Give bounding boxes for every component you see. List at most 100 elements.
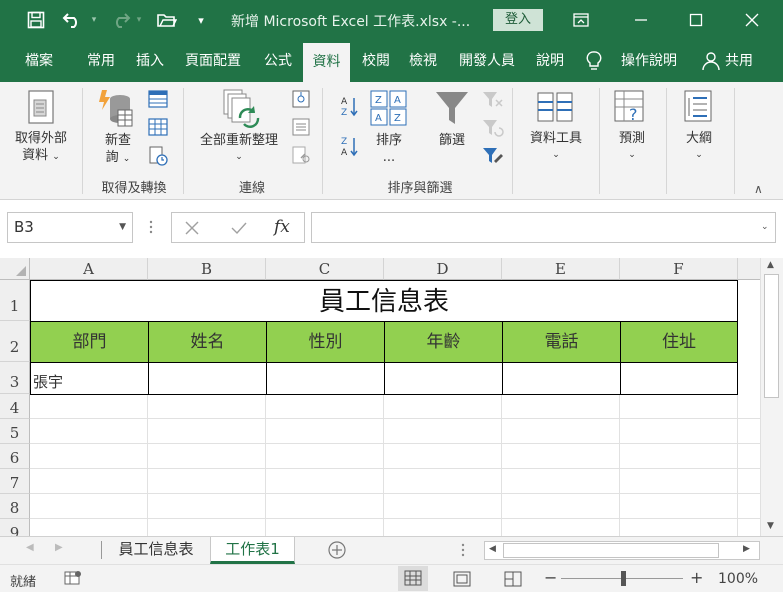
- zoom-out-button[interactable]: −: [544, 568, 557, 587]
- row-header-2[interactable]: 2: [0, 321, 30, 362]
- column-header-b[interactable]: B: [148, 258, 266, 280]
- row-header-4[interactable]: 4: [0, 394, 30, 419]
- data-tools-button[interactable]: 資料工具 ⌄: [522, 130, 590, 164]
- formula-bar-grip-icon[interactable]: [149, 220, 153, 234]
- forecast-button[interactable]: 預測 ⌄: [604, 130, 660, 164]
- page-break-preview-icon[interactable]: [503, 570, 523, 592]
- scroll-left-icon[interactable]: ◀: [489, 544, 496, 554]
- undo-icon[interactable]: [59, 8, 87, 32]
- tab-developer[interactable]: 開發人員: [452, 40, 522, 82]
- column-header-f[interactable]: F: [620, 258, 738, 280]
- row-header-8[interactable]: 8: [0, 494, 30, 519]
- reapply-filter-icon[interactable]: [482, 118, 504, 142]
- header-cell-address[interactable]: 住址: [620, 321, 738, 363]
- page-layout-view-icon[interactable]: [452, 570, 472, 592]
- cell-a3[interactable]: 張宇: [30, 362, 149, 395]
- insert-function-icon[interactable]: fx: [274, 217, 290, 237]
- show-queries-icon[interactable]: [148, 90, 168, 112]
- cell-e3[interactable]: [502, 362, 621, 395]
- expand-formula-bar-icon[interactable]: ⌄: [761, 222, 769, 232]
- minimize-icon[interactable]: [626, 6, 656, 34]
- column-header-g[interactable]: [738, 258, 760, 280]
- row-header-1[interactable]: 1: [0, 280, 30, 321]
- redo-dropdown-icon[interactable]: ▾: [134, 8, 144, 32]
- sheet-tab-employee[interactable]: 員工信息表: [105, 537, 207, 564]
- vertical-scrollbar[interactable]: ▲ ▼: [760, 258, 783, 536]
- new-query-button[interactable]: 新查 詢 ⌄: [96, 132, 140, 168]
- row-header-9[interactable]: 9: [0, 519, 30, 536]
- row-header-5[interactable]: 5: [0, 419, 30, 444]
- next-sheet-icon[interactable]: ▶: [55, 542, 63, 553]
- name-box[interactable]: B3 ▼: [7, 212, 133, 243]
- tab-split-grip-icon[interactable]: [461, 543, 465, 557]
- select-all-corner[interactable]: [0, 258, 30, 280]
- person-icon[interactable]: [700, 40, 722, 82]
- row-header-6[interactable]: 6: [0, 444, 30, 469]
- recent-sources-icon[interactable]: [148, 146, 168, 170]
- add-sheet-icon[interactable]: [327, 540, 347, 560]
- close-icon[interactable]: [737, 6, 767, 34]
- filter-button[interactable]: 篩選: [428, 132, 476, 149]
- sheet-title-cell[interactable]: 員工信息表: [30, 280, 738, 322]
- customize-qat-icon[interactable]: ▾: [194, 8, 208, 32]
- worksheet-grid[interactable]: A B C D E F 1 2 3 4 5 6 7 8 9 員工信息表 部門 姓…: [0, 258, 760, 536]
- name-box-dropdown-icon[interactable]: ▼: [119, 213, 126, 242]
- tab-review[interactable]: 校閱: [354, 40, 398, 82]
- column-header-e[interactable]: E: [502, 258, 620, 280]
- open-icon[interactable]: [155, 8, 179, 32]
- tab-file[interactable]: 檔案: [17, 40, 61, 82]
- sort-ascending-icon[interactable]: AZ: [338, 94, 360, 122]
- clear-filter-icon[interactable]: [482, 90, 504, 114]
- tab-data[interactable]: 資料: [303, 43, 350, 82]
- redo-icon[interactable]: [107, 8, 133, 32]
- column-header-d[interactable]: D: [384, 258, 502, 280]
- cell-f3[interactable]: [620, 362, 738, 395]
- login-button[interactable]: 登入: [493, 9, 543, 31]
- scroll-down-icon[interactable]: ▼: [767, 521, 774, 531]
- undo-dropdown-icon[interactable]: ▾: [89, 8, 99, 32]
- sheet-tab-sheet1[interactable]: 工作表1: [210, 537, 295, 564]
- header-cell-gender[interactable]: 性別: [266, 321, 385, 363]
- refresh-all-button[interactable]: 全部重新整理 ⌄: [191, 132, 287, 166]
- ribbon-display-options-icon[interactable]: [566, 6, 596, 34]
- scroll-right-icon[interactable]: ▶: [743, 544, 750, 554]
- tab-help[interactable]: 說明: [528, 40, 572, 82]
- macro-record-icon[interactable]: [64, 570, 82, 590]
- row-header-3[interactable]: 3: [0, 362, 30, 394]
- horizontal-scrollbar-thumb[interactable]: [503, 543, 719, 558]
- advanced-filter-icon[interactable]: [482, 146, 504, 170]
- zoom-level[interactable]: 100%: [718, 571, 758, 587]
- maximize-icon[interactable]: [681, 6, 711, 34]
- save-icon[interactable]: [25, 8, 47, 32]
- tab-insert[interactable]: 插入: [128, 40, 172, 82]
- horizontal-scrollbar[interactable]: ◀ ▶: [484, 541, 760, 560]
- row-header-7[interactable]: 7: [0, 469, 30, 494]
- cell-c3[interactable]: [266, 362, 385, 395]
- column-header-c[interactable]: C: [266, 258, 384, 280]
- sort-button[interactable]: 排序 ...: [368, 132, 410, 166]
- enter-icon[interactable]: [230, 220, 248, 240]
- header-cell-dept[interactable]: 部門: [30, 321, 149, 363]
- zoom-slider-thumb[interactable]: [621, 571, 626, 586]
- share-button[interactable]: 共用: [722, 40, 756, 82]
- scrollbar-thumb[interactable]: [764, 274, 779, 398]
- tab-page-layout[interactable]: 頁面配置: [178, 40, 248, 82]
- scroll-up-icon[interactable]: ▲: [767, 260, 774, 270]
- from-table-icon[interactable]: [148, 118, 168, 140]
- sort-descending-icon[interactable]: ZA: [338, 134, 360, 162]
- tab-home[interactable]: 常用: [79, 40, 123, 82]
- normal-view-icon[interactable]: [398, 566, 428, 591]
- empty-cells-area[interactable]: [30, 394, 760, 536]
- cell-d3[interactable]: [384, 362, 503, 395]
- outline-button[interactable]: 大綱 ⌄: [672, 130, 726, 164]
- connections-icon[interactable]: [292, 90, 310, 112]
- cell-b3[interactable]: [148, 362, 267, 395]
- properties-icon[interactable]: [292, 118, 310, 140]
- header-cell-name[interactable]: 姓名: [148, 321, 267, 363]
- collapse-ribbon-icon[interactable]: ∧: [754, 182, 763, 196]
- prev-sheet-icon[interactable]: ◀: [26, 542, 34, 553]
- tab-view[interactable]: 檢視: [401, 40, 445, 82]
- tell-me-search[interactable]: 操作說明: [614, 40, 684, 82]
- header-cell-age[interactable]: 年齡: [384, 321, 503, 363]
- header-cell-phone[interactable]: 電話: [502, 321, 621, 363]
